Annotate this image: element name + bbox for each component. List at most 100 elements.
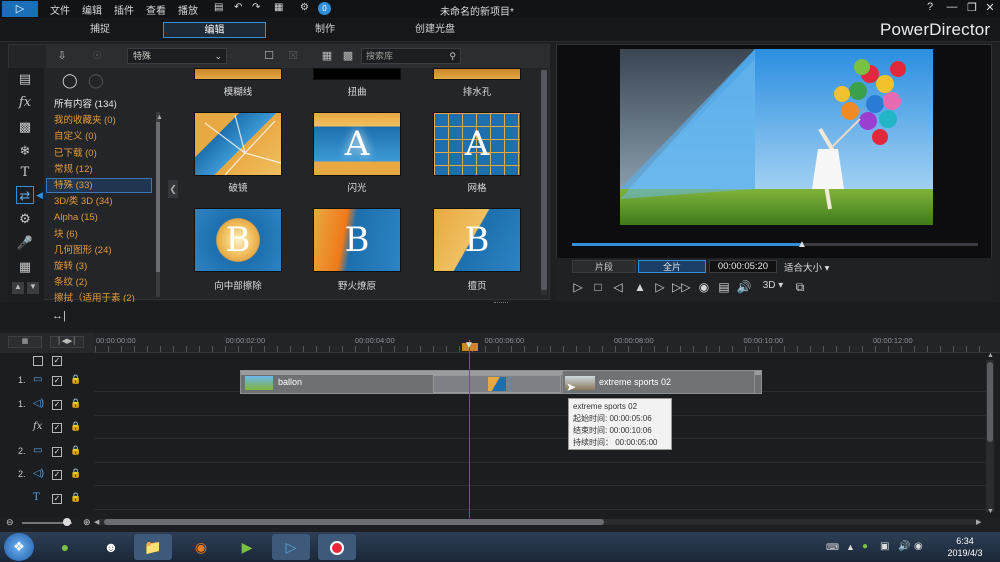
track-enable-checkbox[interactable]: ✓: [52, 470, 62, 481]
vscroll-up-icon[interactable]: ▲: [987, 352, 994, 359]
track-enable-checkbox[interactable]: ✓: [52, 423, 62, 434]
category-scrollbar[interactable]: [156, 112, 160, 297]
subtitle-icon[interactable]: ▤: [716, 280, 732, 294]
voice-over-icon[interactable]: 🎤: [16, 234, 34, 252]
track-master-view-checkbox[interactable]: [33, 356, 43, 366]
taskbar-360-icon[interactable]: ●: [46, 534, 84, 560]
category-item[interactable]: 所有内容 (134): [54, 98, 117, 112]
hscroll-left-icon[interactable]: ◀: [94, 518, 99, 526]
track-lock-icon[interactable]: 🔒: [70, 398, 81, 409]
fast-forward-icon[interactable]: ▷▷: [672, 280, 690, 294]
transition-room-icon[interactable]: ⇄: [16, 186, 34, 204]
zoom-out-icon[interactable]: ⊖: [6, 517, 14, 528]
tab-create-disc[interactable]: 创建光盘: [395, 22, 475, 38]
taskbar-firefox-icon[interactable]: ◉: [182, 534, 220, 560]
tray-wechat-icon[interactable]: ●: [862, 541, 868, 552]
thumb-wildfire[interactable]: B: [313, 208, 401, 272]
timecode-display[interactable]: 00:00:05:20: [709, 260, 777, 273]
thumb-grid[interactable]: A: [433, 112, 521, 176]
movie-mode-button[interactable]: 全片: [638, 260, 706, 273]
tray-ime-icon[interactable]: ◉: [914, 541, 923, 552]
save-icon[interactable]: ▤: [214, 2, 223, 13]
category-item[interactable]: 我的收藏夹 (0): [54, 114, 116, 128]
category-item[interactable]: Alpha (15): [54, 211, 98, 225]
track-row[interactable]: [94, 488, 986, 510]
track-lock-icon[interactable]: 🔒: [70, 421, 81, 432]
category-item[interactable]: 几何图形 (24): [54, 244, 112, 258]
track-enable-checkbox[interactable]: ✓: [52, 399, 62, 410]
timeline-hscroll-thumb[interactable]: [104, 519, 604, 525]
category-item[interactable]: 旋转 (3): [54, 260, 87, 274]
category-item[interactable]: 特殊 (33): [54, 179, 93, 193]
menu-plugins[interactable]: 插件: [114, 2, 134, 17]
3d-toggle[interactable]: 3D ▾: [758, 280, 788, 291]
tag-icon[interactable]: ◯: [62, 72, 78, 89]
nav-up-icon[interactable]: ▲: [12, 282, 24, 294]
menu-edit[interactable]: 编辑: [82, 2, 102, 17]
track-row[interactable]: [94, 464, 986, 487]
taskbar-qq-icon[interactable]: ☻: [92, 534, 130, 560]
minimize-button[interactable]: —: [944, 1, 960, 13]
thumb-wipe-to-center[interactable]: B: [194, 208, 282, 272]
thumb-distortion[interactable]: [313, 68, 401, 80]
track-lock-icon[interactable]: 🔒: [70, 374, 81, 385]
taskbar-explorer-icon[interactable]: 📁: [134, 534, 172, 560]
track-row[interactable]: [94, 394, 986, 416]
fit-timeline-icon[interactable]: ↔|: [52, 310, 66, 322]
timeline-vscroll-thumb[interactable]: [987, 362, 993, 442]
nav-down-icon[interactable]: ▼: [27, 282, 39, 294]
category-item[interactable]: 常规 (12): [54, 163, 93, 177]
zoom-slider-handle[interactable]: [63, 518, 71, 526]
notification-icon[interactable]: 0: [318, 2, 331, 15]
tray-volume-icon[interactable]: 🔊: [898, 541, 910, 552]
tray-chevron-up-icon[interactable]: ▲: [846, 542, 855, 552]
panel-resize-handle[interactable]: [494, 302, 508, 305]
track-lock-icon[interactable]: 🔒: [70, 468, 81, 479]
tray-network-icon[interactable]: ▣: [880, 541, 889, 552]
stop-icon[interactable]: □: [590, 280, 606, 294]
redo-icon[interactable]: ↷: [252, 2, 260, 13]
tab-produce[interactable]: 制作: [285, 22, 365, 38]
category-item[interactable]: 自定义 (0): [54, 130, 97, 144]
menu-play[interactable]: 播放: [178, 2, 198, 17]
scroll-up-icon[interactable]: ▲: [156, 114, 163, 121]
taskbar-clock[interactable]: 6:34 2019/4/3: [938, 535, 992, 559]
chapter-room-icon[interactable]: ▦: [16, 258, 34, 276]
settings-gear-icon[interactable]: ⚙: [300, 2, 309, 13]
thumb-blur-line[interactable]: [194, 68, 282, 80]
track-row[interactable]: [94, 441, 986, 463]
tab-edit[interactable]: 编辑: [163, 22, 266, 38]
tray-keyboard-icon[interactable]: ⌨: [826, 542, 839, 553]
track-enable-checkbox[interactable]: ✓: [52, 376, 62, 386]
playhead-line[interactable]: [469, 340, 470, 518]
undock-icon[interactable]: ⧉: [792, 280, 808, 295]
menu-file[interactable]: 文件: [50, 2, 70, 17]
help-button[interactable]: ?: [922, 1, 938, 13]
audio-mixing-icon[interactable]: ⚙: [16, 210, 34, 228]
collapse-panel-button[interactable]: ❮: [168, 180, 178, 198]
globe-icon[interactable]: ☉: [90, 49, 104, 63]
restore-button[interactable]: ❐: [964, 1, 980, 14]
next-frame-icon[interactable]: ▷: [652, 280, 668, 294]
thumb-page-peel[interactable]: B: [433, 208, 521, 272]
seek-handle-icon[interactable]: ▲: [797, 239, 807, 250]
timeline-vertical-scrollbar[interactable]: [986, 360, 994, 512]
play-icon[interactable]: ▷: [570, 280, 586, 294]
taskbar-recorder-icon[interactable]: [318, 534, 356, 560]
taskbar-powerdirector-icon[interactable]: ▷: [272, 534, 310, 560]
remove-icon[interactable]: ☒: [286, 49, 300, 63]
pip-room-icon[interactable]: ▩: [16, 118, 34, 136]
tab-capture[interactable]: 捕捉: [60, 22, 140, 38]
clip-mode-button[interactable]: 片段: [572, 260, 636, 273]
library-scrollbar[interactable]: [541, 70, 547, 295]
library-scroll-thumb[interactable]: [541, 70, 547, 290]
track-master-checkbox[interactable]: ✓: [52, 356, 62, 366]
fit-tracks-icon[interactable]: │◀▶│: [50, 336, 84, 348]
fit-size-dropdown[interactable]: 适合大小 ▾: [784, 260, 829, 274]
effect-room-icon[interactable]: fx: [16, 94, 34, 112]
hscroll-right-icon[interactable]: ▶: [976, 518, 981, 526]
track-manager-icon[interactable]: ▦: [8, 336, 42, 348]
category-item[interactable]: 条纹 (2): [54, 276, 87, 290]
menu-view[interactable]: 查看: [146, 2, 166, 17]
import-media-icon[interactable]: ⇩: [55, 49, 69, 63]
